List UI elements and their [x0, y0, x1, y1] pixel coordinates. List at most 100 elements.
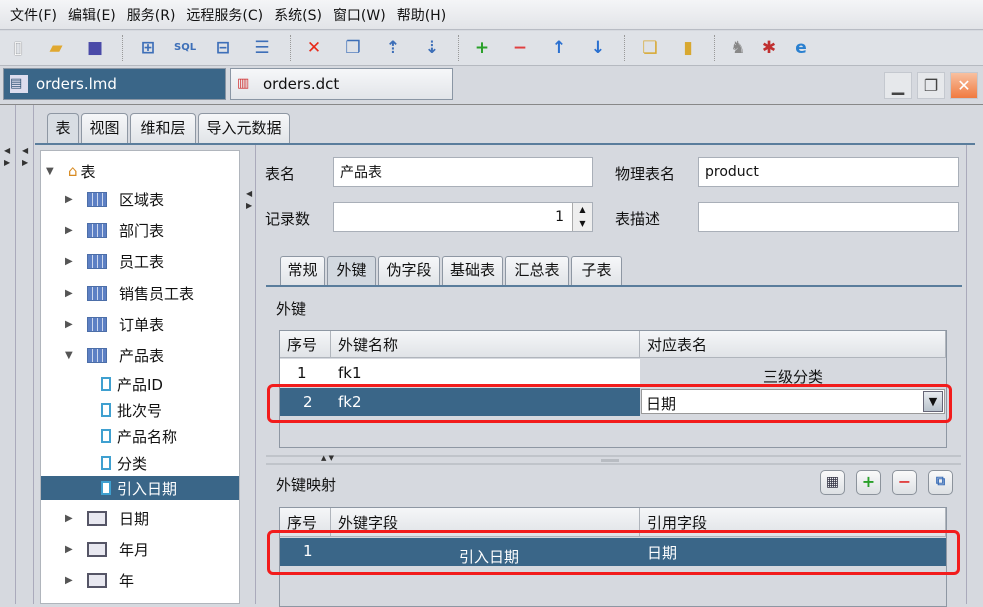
tree-item-dimension[interactable]: ▶ 年月 [65, 537, 149, 561]
remove-mapping-button[interactable]: − [892, 470, 917, 495]
table-tree: ▼ ⌂ 表 ▶ 区域表 ▶ 部门表 ▶ 员工表 ▶ 销售员工表 ▶ 订单表 ▼ 产品表 产品ID… [40, 150, 240, 604]
table-icon [87, 316, 107, 332]
tree-label: 销售员工表 [119, 284, 195, 303]
tab-dimensions[interactable]: 维和层 [130, 113, 196, 143]
database-icon[interactable]: ▮ [677, 37, 699, 59]
tree-item-field-selected[interactable]: 引入日期 [41, 476, 239, 500]
col-header[interactable]: 对应表名 [640, 331, 946, 358]
tree-label: 员工表 [119, 252, 165, 271]
tree-label: 订单表 [119, 315, 165, 334]
table-settings-button[interactable]: ▦ [820, 470, 845, 495]
collapse-handle-icon[interactable]: ◀ ▶ [246, 188, 252, 212]
add-icon[interactable]: + [471, 37, 493, 59]
relation-button[interactable]: ⧉ [928, 470, 953, 495]
tree-label: 引入日期 [117, 479, 178, 498]
tree-root[interactable]: ▼ ⌂ 表 [46, 159, 96, 183]
tab-tables[interactable]: 表 [47, 113, 79, 144]
table-icon [87, 347, 107, 363]
tab-sub-table[interactable]: 子表 [571, 256, 622, 285]
record-count-label: 记录数 [265, 210, 311, 228]
close-button[interactable]: ✕ [950, 72, 978, 99]
doc-tab-label: orders.dct [263, 75, 340, 93]
down-arrow-icon[interactable]: ↓ [587, 37, 609, 59]
new-file-icon[interactable]: ▯ [7, 37, 29, 59]
table-icon [87, 253, 107, 269]
debug-icon[interactable]: ✱ [758, 37, 780, 59]
table-icon [87, 285, 107, 301]
move-down-table-icon[interactable]: ⇣ [421, 37, 443, 59]
home-icon: ⌂ [68, 162, 78, 180]
deploy-icon[interactable]: ♞ [727, 37, 749, 59]
tree-label: 部门表 [119, 221, 165, 240]
collapse-handle-icon[interactable]: ◀ ▶ [4, 145, 10, 169]
collapse-handle-icon[interactable]: ◀ ▶ [22, 145, 28, 169]
tab-pseudo-field[interactable]: 伪字段 [378, 256, 440, 285]
doc-tab-orders-dct[interactable]: ▥ orders.dct [230, 68, 453, 100]
menu-edit[interactable]: 编辑(E) [68, 5, 116, 25]
menu-system[interactable]: 系统(S) [274, 5, 322, 25]
copy-icon[interactable]: ❐ [342, 37, 364, 59]
add-dimension-icon[interactable]: ☰ [251, 37, 273, 59]
splitter-arrows-icon[interactable]: ▲ ▼ [321, 454, 334, 462]
menu-bar: 文件(F) 编辑(E) 服务(R) 远程服务(C) 系统(S) 窗口(W) 帮助… [0, 0, 983, 30]
add-table-icon[interactable]: ⊞ [137, 37, 159, 59]
record-count-spinner[interactable]: 1 [333, 202, 593, 232]
up-arrow-icon[interactable]: ↑ [548, 37, 570, 59]
tree-item-field[interactable]: 分类 [101, 451, 147, 475]
tab-general[interactable]: 常规 [280, 256, 325, 285]
tree-item-table[interactable]: ▶ 员工表 [65, 249, 164, 273]
highlight-box [267, 530, 960, 575]
tree-item-table[interactable]: ▶ 订单表 [65, 312, 164, 336]
tree-item-field[interactable]: 产品名称 [101, 424, 177, 448]
tree-item-table[interactable]: ▶ 区域表 [65, 187, 164, 211]
description-input[interactable] [698, 202, 959, 232]
col-header[interactable]: 外键名称 [331, 331, 640, 358]
tree-item-table[interactable]: ▶ 销售员工表 [65, 281, 194, 305]
foreign-key-title: 外键 [276, 300, 307, 318]
menu-service[interactable]: 服务(R) [127, 5, 176, 25]
tab-summary-table[interactable]: 汇总表 [505, 256, 569, 285]
open-folder-icon[interactable]: ▰ [45, 37, 67, 59]
save-icon[interactable]: ■ [84, 37, 106, 59]
remove-icon[interactable]: − [509, 37, 531, 59]
menu-remote-service[interactable]: 远程服务(C) [186, 5, 263, 25]
minimize-button[interactable]: ▁ [884, 72, 912, 99]
add-view-icon[interactable]: ⊟ [212, 37, 234, 59]
tree-label: 表 [80, 162, 96, 181]
dimension-icon [87, 510, 107, 526]
field-icon [101, 403, 111, 417]
tree-item-field[interactable]: 批次号 [101, 398, 162, 422]
browser-icon[interactable]: e [790, 37, 812, 59]
physical-name-label: 物理表名 [615, 165, 676, 183]
tab-views[interactable]: 视图 [81, 113, 128, 143]
tree-label: 批次号 [117, 401, 163, 420]
tree-item-dimension[interactable]: ▶ 年 [65, 568, 134, 592]
field-icon [101, 429, 111, 443]
tree-item-table[interactable]: ▶ 部门表 [65, 218, 164, 242]
delete-icon[interactable]: ✕ [303, 37, 325, 59]
tree-label: 分类 [117, 454, 148, 473]
menu-help[interactable]: 帮助(H) [397, 5, 446, 25]
tree-item-table[interactable]: ▼ 产品表 [65, 343, 164, 367]
tree-item-dimension[interactable]: ▶ 日期 [65, 506, 149, 530]
col-header[interactable]: 序号 [280, 331, 331, 358]
table-name-input[interactable]: 产品表 [333, 157, 593, 187]
spinner-arrows-icon[interactable]: ▲ ▼ [572, 203, 592, 231]
description-label: 表描述 [615, 210, 661, 228]
physical-name-input[interactable]: product [698, 157, 959, 187]
db-copy-icon[interactable]: ❏ [639, 37, 661, 59]
tree-item-field[interactable]: 产品ID [101, 372, 163, 396]
tab-base-table[interactable]: 基础表 [442, 256, 503, 285]
restore-button[interactable]: ❐ [917, 72, 945, 99]
menu-window[interactable]: 窗口(W) [333, 5, 386, 25]
splitter[interactable]: ▲ ▼ [266, 454, 961, 465]
move-up-table-icon[interactable]: ⇡ [382, 37, 404, 59]
doc-tab-orders-lmd[interactable]: ▤ orders.lmd [3, 68, 226, 100]
add-sql-table-icon[interactable]: SQL [174, 37, 196, 59]
tab-import-metadata[interactable]: 导入元数据 [198, 113, 290, 143]
field-icon [101, 481, 111, 495]
cell-fk-name[interactable]: fk1 [331, 359, 362, 386]
menu-file[interactable]: 文件(F) [10, 5, 57, 25]
tab-foreign-key[interactable]: 外键 [327, 256, 376, 285]
add-mapping-button[interactable]: + [856, 470, 881, 495]
